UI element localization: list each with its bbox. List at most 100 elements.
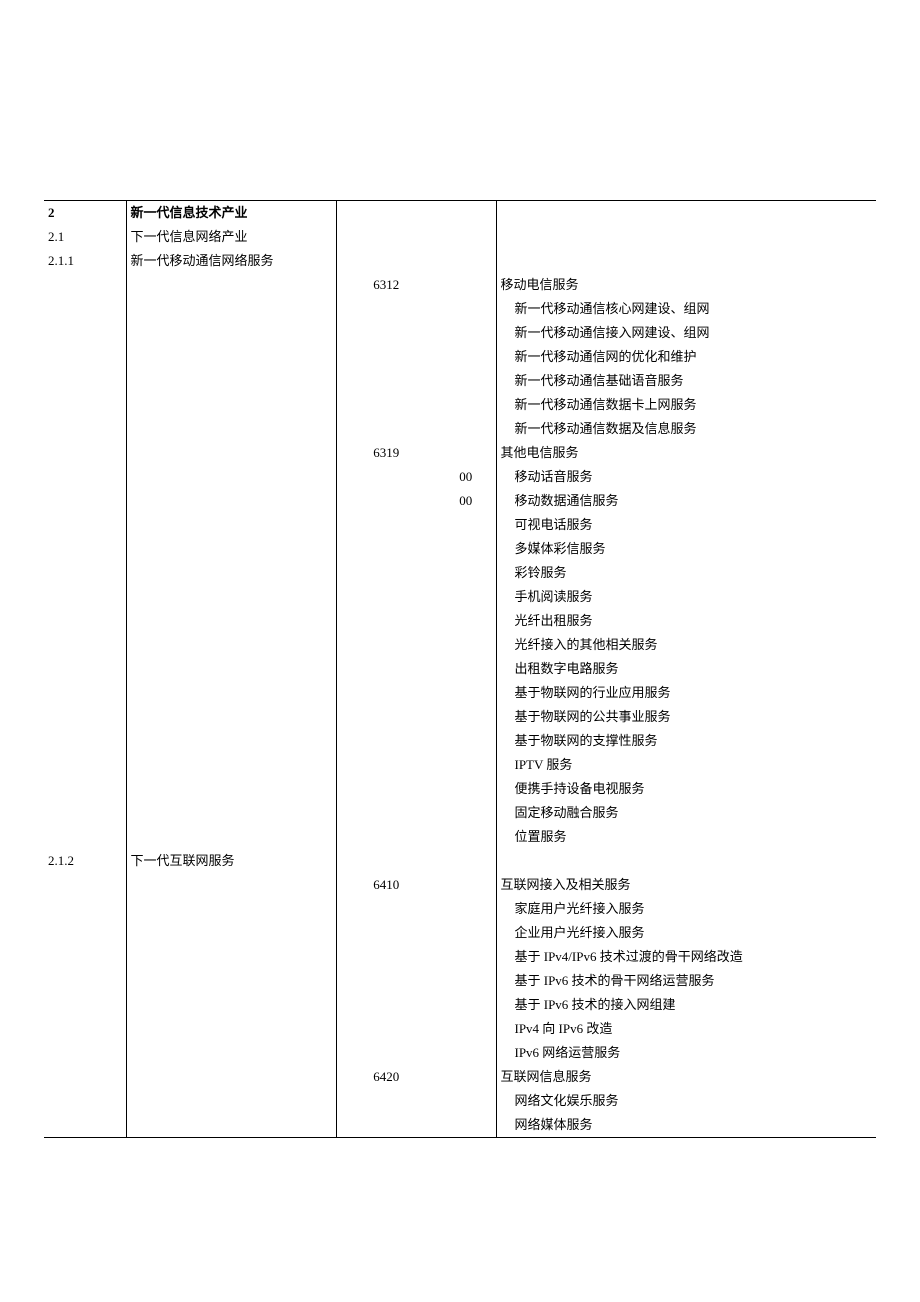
name-cell: 新一代信息技术产业 [126, 201, 336, 226]
desc-cell: 网络媒体服务 [496, 1113, 876, 1138]
code-cell [44, 321, 126, 345]
num1-cell: 6319 [336, 441, 436, 465]
num1-cell [336, 897, 436, 921]
num1-cell [336, 753, 436, 777]
num2-cell: 00 [436, 489, 496, 513]
desc-cell: 网络文化娱乐服务 [496, 1089, 876, 1113]
desc-cell: 基于物联网的行业应用服务 [496, 681, 876, 705]
name-cell [126, 993, 336, 1017]
code-cell [44, 585, 126, 609]
name-cell [126, 417, 336, 441]
name-cell: 下一代信息网络产业 [126, 225, 336, 249]
desc-cell: 可视电话服务 [496, 513, 876, 537]
name-cell [126, 465, 336, 489]
code-cell [44, 729, 126, 753]
desc-cell: 互联网信息服务 [496, 1065, 876, 1089]
code-cell [44, 657, 126, 681]
table-row: 新一代移动通信数据卡上网服务 [44, 393, 876, 417]
code-cell: 2.1.2 [44, 849, 126, 873]
desc-cell: 出租数字电路服务 [496, 657, 876, 681]
table-row: 出租数字电路服务 [44, 657, 876, 681]
code-cell [44, 441, 126, 465]
num1-cell [336, 393, 436, 417]
num1-cell [336, 729, 436, 753]
name-cell [126, 825, 336, 849]
num2-cell [436, 921, 496, 945]
desc-cell: 手机阅读服务 [496, 585, 876, 609]
table-row: 2.1.2下一代互联网服务 [44, 849, 876, 873]
num2-cell [436, 1017, 496, 1041]
desc-cell [496, 249, 876, 273]
desc-cell [496, 849, 876, 873]
table-row: 固定移动融合服务 [44, 801, 876, 825]
num1-cell [336, 1113, 436, 1138]
code-cell: 2.1.1 [44, 249, 126, 273]
num2-cell [436, 417, 496, 441]
desc-cell: 光纤接入的其他相关服务 [496, 633, 876, 657]
table-row: 网络媒体服务 [44, 1113, 876, 1138]
name-cell [126, 777, 336, 801]
num1-cell [336, 1041, 436, 1065]
num2-cell [436, 993, 496, 1017]
table-row: 6319其他电信服务 [44, 441, 876, 465]
table-row: 光纤出租服务 [44, 609, 876, 633]
desc-cell: 基于物联网的支撑性服务 [496, 729, 876, 753]
code-cell [44, 465, 126, 489]
code-cell [44, 561, 126, 585]
desc-cell: 移动话音服务 [496, 465, 876, 489]
code-cell [44, 921, 126, 945]
table-row: 2.1.1新一代移动通信网络服务 [44, 249, 876, 273]
num2-cell [436, 729, 496, 753]
num1-cell [336, 681, 436, 705]
table-row: 新一代移动通信核心网建设、组网 [44, 297, 876, 321]
table-row: 手机阅读服务 [44, 585, 876, 609]
code-cell [44, 633, 126, 657]
name-cell [126, 921, 336, 945]
name-cell [126, 369, 336, 393]
code-cell [44, 705, 126, 729]
table-row: 基于物联网的公共事业服务 [44, 705, 876, 729]
name-cell [126, 1041, 336, 1065]
desc-cell: 多媒体彩信服务 [496, 537, 876, 561]
num1-cell [336, 585, 436, 609]
num2-cell [436, 297, 496, 321]
desc-cell [496, 225, 876, 249]
name-cell [126, 393, 336, 417]
name-cell [126, 609, 336, 633]
table-row: 新一代移动通信基础语音服务 [44, 369, 876, 393]
code-cell [44, 393, 126, 417]
table-row: 基于 IPv4/IPv6 技术过渡的骨干网络改造 [44, 945, 876, 969]
document-page: 2新一代信息技术产业2.1下一代信息网络产业2.1.1新一代移动通信网络服务63… [0, 0, 920, 1302]
num2-cell [436, 657, 496, 681]
num1-cell: 6420 [336, 1065, 436, 1089]
name-cell [126, 753, 336, 777]
name-cell [126, 1065, 336, 1089]
code-cell [44, 945, 126, 969]
table-row: 新一代移动通信接入网建设、组网 [44, 321, 876, 345]
num2-cell: 00 [436, 465, 496, 489]
desc-cell: 彩铃服务 [496, 561, 876, 585]
num1-cell [336, 969, 436, 993]
code-cell [44, 297, 126, 321]
num1-cell [336, 801, 436, 825]
desc-cell: IPv6 网络运营服务 [496, 1041, 876, 1065]
table-row: IPv4 向 IPv6 改造 [44, 1017, 876, 1041]
name-cell [126, 489, 336, 513]
table-row: 基于 IPv6 技术的骨干网络运营服务 [44, 969, 876, 993]
table-row: 网络文化娱乐服务 [44, 1089, 876, 1113]
num1-cell [336, 369, 436, 393]
num2-cell [436, 513, 496, 537]
desc-cell: 新一代移动通信网的优化和维护 [496, 345, 876, 369]
table-row: 便携手持设备电视服务 [44, 777, 876, 801]
num1-cell [336, 777, 436, 801]
code-cell [44, 801, 126, 825]
desc-cell: 新一代移动通信基础语音服务 [496, 369, 876, 393]
table-row: 00移动话音服务 [44, 465, 876, 489]
table-row: 新一代移动通信网的优化和维护 [44, 345, 876, 369]
num1-cell [336, 465, 436, 489]
num2-cell [436, 441, 496, 465]
desc-cell [496, 201, 876, 226]
table-row: 基于物联网的行业应用服务 [44, 681, 876, 705]
num1-cell [336, 825, 436, 849]
desc-cell: 便携手持设备电视服务 [496, 777, 876, 801]
